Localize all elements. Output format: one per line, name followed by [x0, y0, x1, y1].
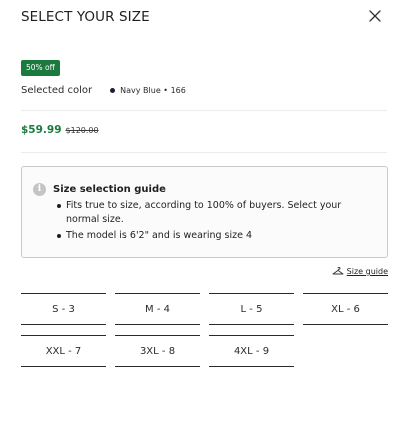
size-option[interactable]: 4XL - 9 — [209, 335, 294, 367]
guide-list: Fits true to size, according to 100% of … — [57, 199, 377, 245]
size-option[interactable]: S - 3 — [21, 293, 106, 325]
size-option[interactable]: L - 5 — [209, 293, 294, 325]
selected-color-value: Navy Blue • 166 — [120, 85, 186, 95]
size-guide-label: Size guide — [346, 267, 388, 276]
close-icon — [369, 10, 381, 22]
original-price: $120.00 — [65, 126, 99, 135]
discount-badge: 50% off — [21, 60, 60, 76]
close-button[interactable] — [367, 8, 383, 24]
size-guide-link[interactable]: Size guide — [332, 267, 388, 276]
divider — [21, 152, 387, 153]
size-option[interactable]: XL - 6 — [303, 293, 388, 325]
list-item: Fits true to size, according to 100% of … — [57, 199, 377, 227]
size-option[interactable]: M - 4 — [115, 293, 200, 325]
current-price: $59.99 — [21, 124, 62, 136]
list-item: The model is 6'2" and is wearing size 4 — [57, 229, 377, 243]
color-swatch — [110, 87, 116, 93]
guide-title: Size selection guide — [53, 184, 166, 195]
price-row: $59.99 $120.00 — [21, 124, 99, 136]
hanger-icon — [332, 267, 344, 275]
divider — [21, 110, 387, 111]
modal-header: SELECT YOUR SIZE — [21, 8, 383, 28]
page-title: SELECT YOUR SIZE — [21, 9, 150, 25]
size-option[interactable]: 3XL - 8 — [115, 335, 200, 367]
size-selection-guide: i Size selection guide Fits true to size… — [21, 166, 388, 258]
selected-color-label: Selected color — [21, 84, 93, 96]
info-icon: i — [33, 183, 46, 196]
size-option[interactable]: XXL - 7 — [21, 335, 106, 367]
selected-color-row: Selected color Navy Blue • 166 — [21, 83, 186, 97]
